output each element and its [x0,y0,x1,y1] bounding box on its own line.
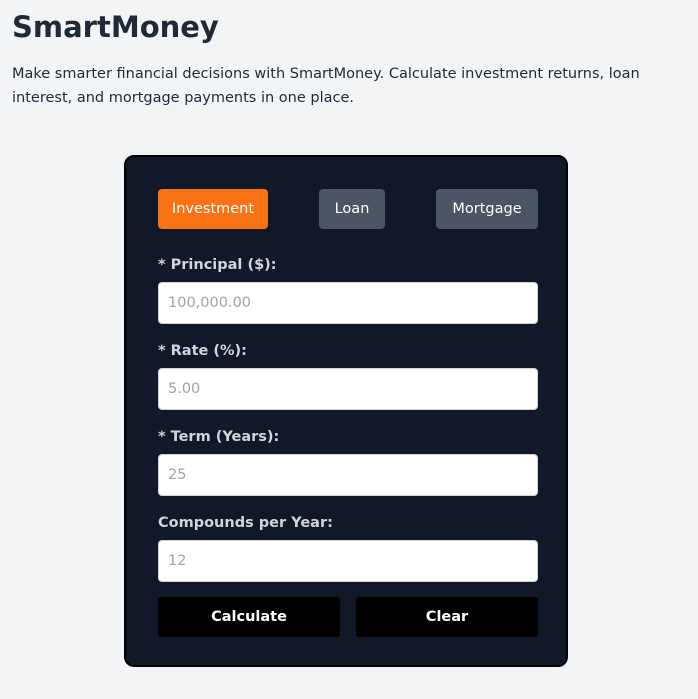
rate-label: * Rate (%): [158,343,247,359]
rate-input[interactable] [158,368,538,410]
compounds-label: Compounds per Year: [158,515,333,531]
compounds-field-group: Compounds per Year: [158,513,538,582]
calculate-button[interactable]: Calculate [158,597,340,637]
tab-mortgage[interactable]: Mortgage [436,189,538,229]
tab-loan[interactable]: Loan [319,189,385,229]
compounds-input[interactable] [158,540,538,582]
term-field-group: * Term (Years): [158,427,538,496]
tab-investment[interactable]: Investment [158,189,268,229]
calculator-tabs: Investment Loan Mortgage [158,189,538,229]
principal-label: * Principal ($): [158,257,277,273]
term-label: * Term (Years): [158,429,280,445]
principal-input[interactable] [158,282,538,324]
calculator-card: Investment Loan Mortgage * Principal ($)… [124,155,568,667]
form-actions: Calculate Clear [158,597,538,637]
rate-field-group: * Rate (%): [158,341,538,410]
clear-button[interactable]: Clear [356,597,538,637]
app-title: SmartMoney [12,10,219,44]
term-input[interactable] [158,454,538,496]
page-header: SmartMoney Make smarter financial decisi… [12,8,696,110]
principal-field-group: * Principal ($): [158,255,538,324]
app-subtitle: Make smarter financial decisions with Sm… [12,66,640,106]
